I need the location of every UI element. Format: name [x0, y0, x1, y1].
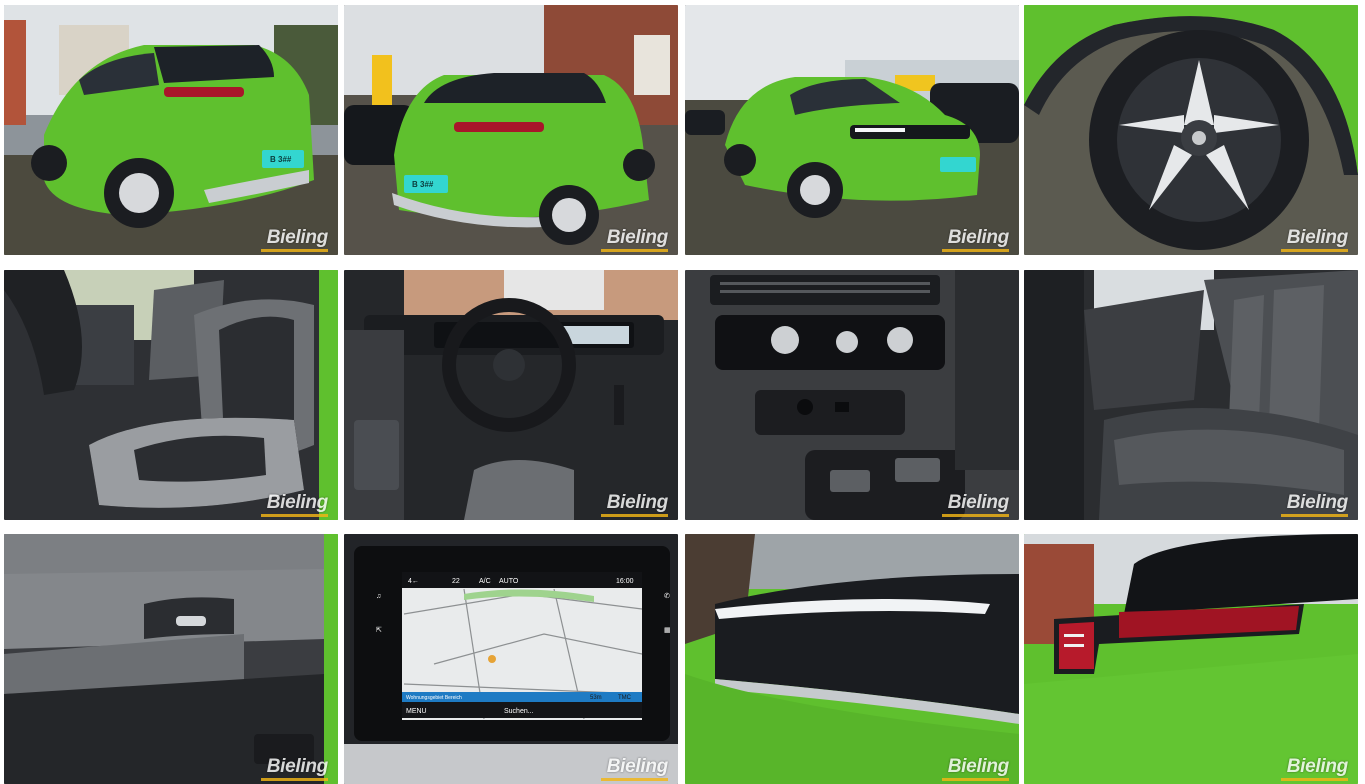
route-text: Wohnungsgebiet Bereich	[406, 695, 462, 701]
display-auto[interactable]: AUTO	[499, 578, 519, 585]
display-temperature: 22	[452, 578, 460, 585]
watermark: Bieling	[941, 756, 1009, 781]
plate-text: B 3##	[412, 180, 434, 189]
phone-icon[interactable]: ✆	[664, 592, 670, 600]
watermark: Bieling	[260, 492, 328, 517]
display-clock: 16:00	[616, 578, 634, 585]
photo-cockpit-steering[interactable]: Bieling	[344, 270, 678, 520]
watermark: Bieling	[600, 227, 668, 252]
watermark: Bieling	[260, 756, 328, 781]
status-left: 4←	[408, 578, 419, 585]
rear-seats-image	[1024, 270, 1358, 520]
plate-text: B 3##	[270, 155, 292, 164]
photo-rear-exterior[interactable]: B 3## Bieling	[344, 5, 678, 255]
photo-front-seat[interactable]: Bieling	[4, 270, 338, 520]
apps-icon[interactable]: ▦	[664, 627, 671, 634]
door-panel-image	[4, 534, 338, 784]
watermark: Bieling	[600, 756, 668, 781]
watermark: Bieling	[941, 227, 1009, 252]
photo-navigation-display[interactable]: 4← 22 A/C AUTO 16:00 Wohnungsgebiet Bere…	[344, 534, 678, 784]
photo-climate-controls[interactable]: Bieling	[685, 270, 1019, 520]
watermark: Bieling	[260, 227, 328, 252]
photo-gallery: B 3## Bieling B 3## Bieling Bieling Biel…	[0, 0, 1365, 784]
photo-front-left-exterior[interactable]: Bieling	[685, 5, 1019, 255]
taillight-image	[1024, 534, 1358, 784]
tmc-label: TMC	[618, 695, 632, 701]
photo-rear-seats[interactable]: Bieling	[1024, 270, 1358, 520]
photo-rear-left-exterior[interactable]: B 3## Bieling	[4, 5, 338, 255]
display-ac[interactable]: A/C	[479, 578, 491, 585]
nav-icon[interactable]: ⇱	[376, 626, 382, 634]
rear-exterior-image: B 3##	[344, 5, 678, 255]
front-seat-image	[4, 270, 338, 520]
climate-controls-image	[685, 270, 1019, 520]
menu-button[interactable]: MENU	[406, 708, 427, 715]
cockpit-steering-image	[344, 270, 678, 520]
watermark: Bieling	[941, 492, 1009, 517]
photo-door-panel[interactable]: Bieling	[4, 534, 338, 784]
photo-taillight[interactable]: Bieling	[1024, 534, 1358, 784]
watermark: Bieling	[1280, 227, 1348, 252]
headlight-image	[685, 534, 1019, 784]
navigation-display-image: 4← 22 A/C AUTO 16:00 Wohnungsgebiet Bere…	[344, 534, 678, 784]
music-icon[interactable]: ♫	[376, 593, 381, 600]
watermark: Bieling	[1280, 492, 1348, 517]
wheel-rim-image	[1024, 5, 1358, 255]
watermark: Bieling	[600, 492, 668, 517]
photo-wheel-rim[interactable]: Bieling	[1024, 5, 1358, 255]
front-left-exterior-image	[685, 5, 1019, 255]
route-distance: 53m	[590, 695, 602, 701]
rear-left-exterior-image: B 3##	[4, 5, 338, 255]
photo-headlight[interactable]: Bieling	[685, 534, 1019, 784]
watermark: Bieling	[1280, 756, 1348, 781]
search-button[interactable]: Suchen...	[504, 708, 534, 715]
